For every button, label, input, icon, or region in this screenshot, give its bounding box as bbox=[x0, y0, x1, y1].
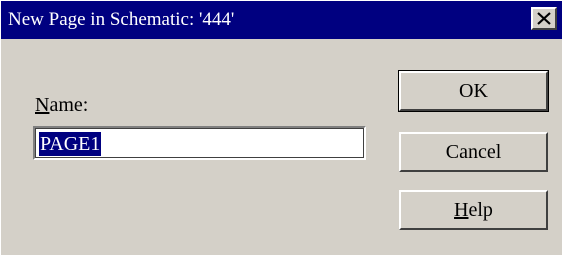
close-icon bbox=[537, 12, 551, 25]
cancel-button[interactable]: Cancel bbox=[399, 132, 548, 172]
name-label: Name: bbox=[35, 94, 88, 117]
name-input-value: PAGE1 bbox=[39, 132, 102, 156]
name-label-text: ame: bbox=[49, 94, 89, 116]
ok-button[interactable]: OK bbox=[398, 70, 549, 112]
help-button-text: elp bbox=[468, 198, 493, 221]
close-button[interactable] bbox=[531, 7, 557, 30]
name-label-mnemonic: N bbox=[35, 94, 50, 116]
dialog-title: New Page in Schematic: '444' bbox=[8, 9, 235, 30]
new-page-dialog: New Page in Schematic: '444' Name: PAGE1… bbox=[0, 0, 562, 255]
name-input[interactable]: PAGE1 bbox=[33, 126, 366, 160]
help-button-mnemonic: H bbox=[454, 198, 469, 221]
help-button[interactable]: Help bbox=[399, 190, 548, 230]
title-bar[interactable]: New Page in Schematic: '444' bbox=[1, 1, 562, 39]
